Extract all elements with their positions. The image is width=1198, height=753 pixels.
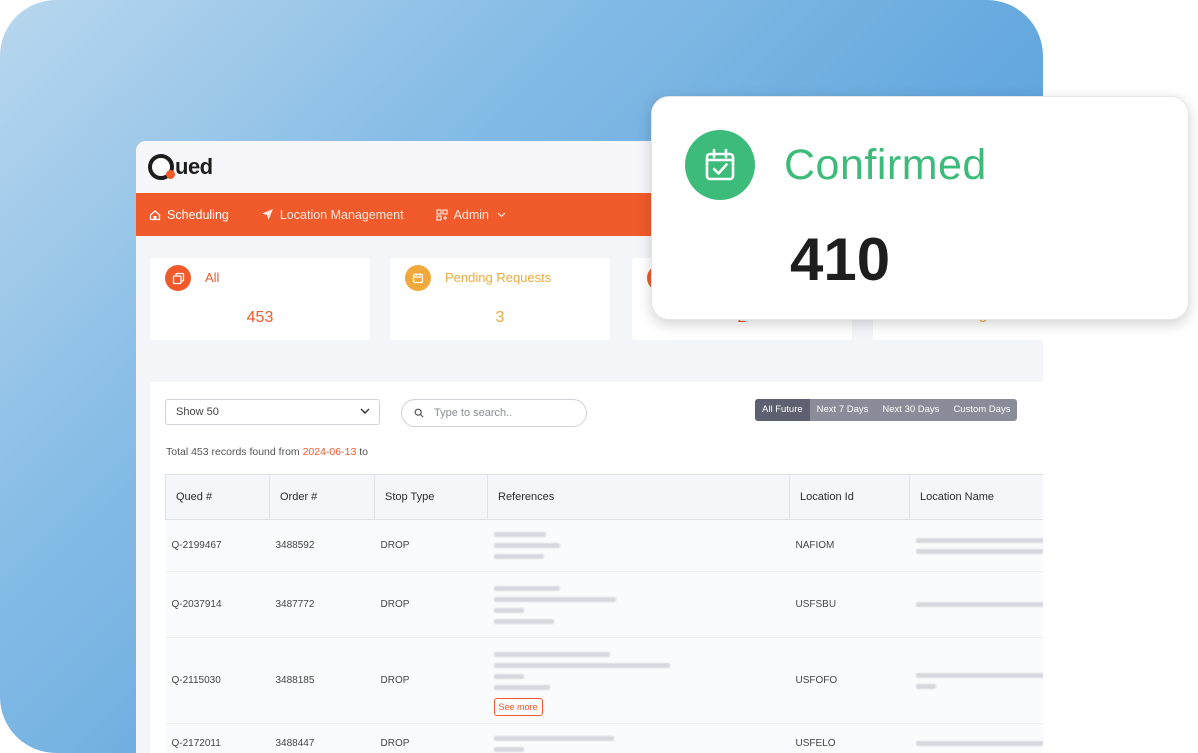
cell-order: 3487772 [269,571,375,638]
table-header-row: Qued # Order # Stop Type References Loca… [165,474,1043,520]
cell-qued: Q-2115030 [165,637,270,724]
stat-label: All [205,270,220,285]
cell-qued: Q-2172011 [165,723,270,753]
cell-references [487,571,790,638]
cell-location-name [909,519,1043,572]
cell-location-name [909,723,1043,753]
column-header-location-name[interactable]: Location Name [909,474,1043,520]
calendar-icon [405,265,431,291]
logo-text: ued [175,154,213,179]
search-box[interactable] [401,399,587,427]
nav-item-admin[interactable]: Admin [436,208,512,222]
calendar-check-icon [685,130,755,200]
admin-grid-icon [436,208,448,221]
nav-item-label: Location Management [279,207,404,222]
confirmed-label: Confirmed [784,141,987,189]
cell-stop-type: DROP [374,519,488,572]
confirmed-count: 410 [790,226,891,293]
cell-location-id: USFOFO [789,637,910,724]
copy-icon [165,265,191,291]
logo-q-mark [148,154,175,180]
cell-stop-type: DROP [374,571,488,638]
appointments-table-panel: Show 50 All Future Next 7 Days Next 30 D… [150,382,1043,753]
records-prefix: Total 453 records found from [166,446,303,458]
navigation-arrow-icon [261,209,273,220]
table-row[interactable]: Q-2037914 3487772 DROP USFSBU [165,571,1043,638]
table-row[interactable]: Q-2172011 3488447 DROP USFELO [165,723,1043,753]
date-range-toggle: All Future Next 7 Days Next 30 Days Cust… [755,399,1018,421]
cell-order: 3488447 [269,723,375,753]
range-custom-days[interactable]: Custom Days [946,399,1017,421]
table-row[interactable]: Q-2115030 3488185 DROP See more USFOFO [165,637,1043,724]
page-size-select[interactable]: Show 50 [165,399,380,425]
stat-value: 3 [495,309,505,326]
records-date: 2024-06-13 [302,446,357,458]
confirmed-stat-card: Confirmed 410 [651,96,1189,320]
qued-logo[interactable]: ued [148,153,213,181]
stat-card-all[interactable]: All 453 [150,258,370,340]
cell-references [487,723,790,753]
cell-references [487,519,790,572]
chevron-down-icon [497,212,506,217]
table-row[interactable]: Q-2199467 3488592 DROP NAFIOM [165,519,1043,572]
column-header-qued[interactable]: Qued # [165,474,270,520]
stat-label: Pending Requests [445,270,552,285]
cell-order: 3488592 [269,519,375,572]
column-header-location-id[interactable]: Location Id [789,474,910,520]
page-size-value: Show 50 [176,406,219,418]
stat-card-pending-requests[interactable]: Pending Requests 3 [390,258,610,340]
records-suffix: to [356,446,368,458]
cell-location-id: USFSBU [789,571,910,638]
chevron-down-icon [360,408,370,414]
cell-stop-type: DROP [374,723,488,753]
range-next-7-days[interactable]: Next 7 Days [810,399,876,421]
see-more-button[interactable]: See more [493,697,543,716]
nav-item-location-management[interactable]: Location Management [261,208,404,222]
cell-location-id: USFELO [789,723,910,753]
cell-location-name [909,637,1043,724]
column-header-order[interactable]: Order # [269,474,375,520]
nav-item-scheduling[interactable]: Scheduling [149,208,229,222]
stat-value: 453 [246,309,274,326]
nav-item-label: Scheduling [167,207,229,222]
cell-order: 3488185 [269,637,375,724]
cell-qued: Q-2199467 [165,519,270,572]
home-icon [149,209,161,220]
column-header-stop-type[interactable]: Stop Type [374,474,488,520]
cell-stop-type: DROP [374,637,488,724]
range-next-30-days[interactable]: Next 30 Days [875,399,946,421]
records-summary: Total 453 records found from 2024-06-13 … [166,446,368,458]
column-header-references[interactable]: References [487,474,790,520]
search-icon [414,408,424,418]
nav-item-label: Admin [453,207,489,222]
cell-qued: Q-2037914 [165,571,270,638]
cell-location-name [909,571,1043,638]
cell-references: See more [487,637,790,724]
appointments-table: Qued # Order # Stop Type References Loca… [165,474,1043,753]
range-all-future[interactable]: All Future [755,399,810,421]
search-input[interactable] [432,406,576,420]
cell-location-id: NAFIOM [789,519,910,572]
